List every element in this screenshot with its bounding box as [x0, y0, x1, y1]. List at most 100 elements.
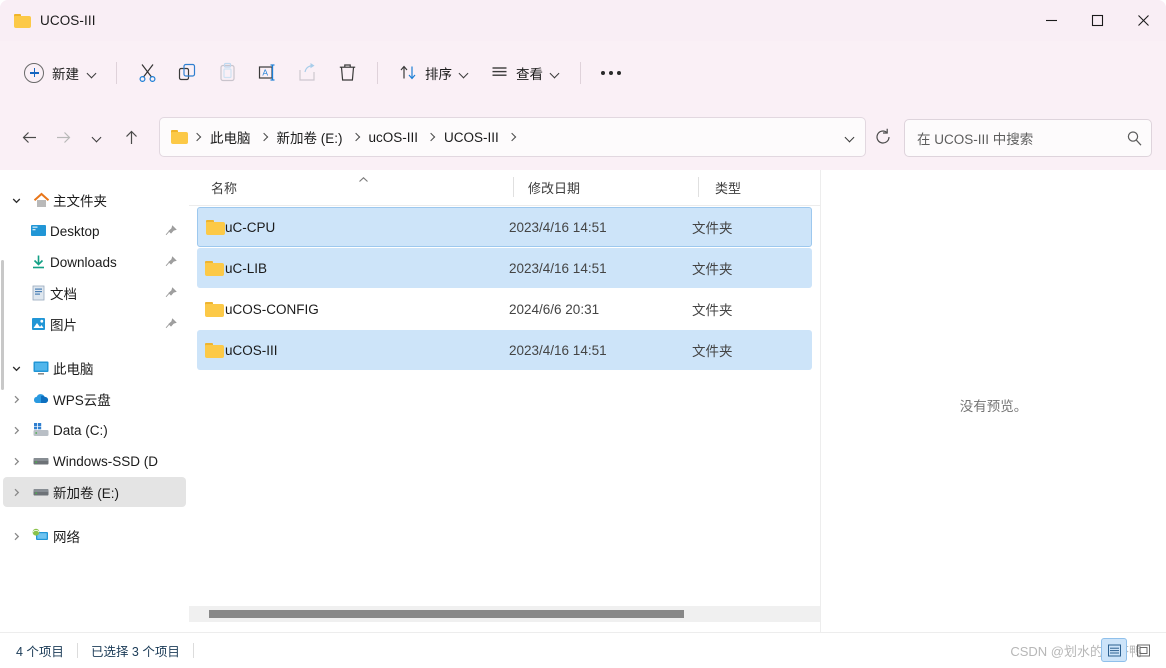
explorer-body: 主文件夹 Desktop Downloads 文档 图片 此电脑 WPS云盘 D…: [0, 170, 1166, 632]
chevron-down-icon: [93, 133, 102, 142]
details-view-button[interactable]: [1101, 638, 1127, 662]
sidebar-item-network[interactable]: 网络: [3, 521, 186, 551]
forward-button[interactable]: [46, 120, 80, 154]
sidebar-scrollbar[interactable]: [1, 260, 4, 390]
new-button[interactable]: 新建: [22, 56, 106, 90]
search-box[interactable]: 在 UCOS-III 中搜索: [904, 119, 1152, 157]
sidebar-item-wps-cloud[interactable]: WPS云盘: [3, 384, 186, 414]
breadcrumb-separator[interactable]: [424, 134, 438, 140]
sidebar-item-downloads[interactable]: Downloads: [3, 247, 186, 277]
column-header-date-modified[interactable]: 修改日期: [514, 169, 699, 205]
column-header-type[interactable]: 类型: [699, 169, 820, 205]
chevron-right-icon[interactable]: [3, 394, 29, 405]
breadcrumb-item-1[interactable]: 新加卷 (E:): [271, 123, 349, 151]
folder-icon: [171, 130, 188, 144]
list-icon: [492, 67, 507, 76]
column-header-name[interactable]: 名称: [189, 169, 514, 205]
file-date-modified: 2023/4/16 14:51: [509, 342, 607, 358]
column-header-date-label: 修改日期: [528, 180, 581, 196]
sort-ascending-icon: [357, 172, 370, 187]
toolbar-divider-2: [377, 61, 378, 84]
scrollbar-thumb[interactable]: [209, 610, 684, 618]
chevron-down-icon[interactable]: [3, 195, 29, 206]
copy-button[interactable]: [167, 55, 207, 91]
close-button[interactable]: [1120, 0, 1166, 41]
chevron-right-icon[interactable]: [3, 487, 29, 498]
sidebar-item-pictures[interactable]: 图片: [3, 309, 186, 339]
cut-button[interactable]: [127, 55, 167, 91]
up-button[interactable]: [114, 120, 148, 154]
see-more-button[interactable]: [591, 55, 631, 91]
file-type: 文件夹: [692, 262, 733, 277]
breadcrumb-separator[interactable]: [257, 134, 271, 140]
table-row[interactable]: uCOS-III 2023/4/16 14:51 文件夹: [197, 330, 812, 370]
home-icon: [29, 192, 53, 209]
delete-button[interactable]: [327, 55, 367, 91]
pin-icon[interactable]: [165, 286, 177, 304]
sidebar-item-new-volume-e[interactable]: 新加卷 (E:): [3, 477, 186, 507]
sidebar-item-label: 新加卷 (E:): [53, 486, 119, 501]
folder-icon: [14, 13, 31, 28]
file-name: uC-CPU: [225, 219, 276, 235]
sidebar-item-label: 文档: [50, 287, 77, 302]
pin-icon[interactable]: [165, 317, 177, 335]
file-type: 文件夹: [692, 303, 733, 318]
address-bar[interactable]: 此电脑 新加卷 (E:) ucOS-III UCOS-III: [159, 117, 866, 157]
sidebar-item-label: WPS云盘: [53, 393, 111, 408]
share-button[interactable]: [287, 55, 327, 91]
desktop-icon: [26, 223, 50, 239]
large-icons-view-button[interactable]: [1130, 638, 1156, 662]
address-history-button[interactable]: [835, 133, 865, 142]
file-date-modified: 2023/4/16 14:51: [509, 260, 607, 276]
sidebar-item-data-c[interactable]: Data (C:): [3, 415, 186, 445]
title-bar: UCOS-III: [0, 0, 1166, 41]
breadcrumb-separator[interactable]: [505, 134, 519, 140]
sidebar-item-this-pc[interactable]: 此电脑: [3, 353, 186, 383]
preview-pane: 没有预览。: [820, 170, 1166, 632]
paste-button[interactable]: [207, 55, 247, 91]
pin-icon[interactable]: [165, 224, 177, 242]
pin-icon[interactable]: [165, 255, 177, 273]
minimize-button[interactable]: [1028, 0, 1074, 41]
status-divider: [76, 643, 78, 658]
breadcrumb-separator[interactable]: [349, 134, 363, 140]
large-icons-view-icon: [1136, 644, 1150, 656]
horizontal-scrollbar[interactable]: [189, 606, 820, 622]
folder-icon: [205, 301, 225, 317]
chevron-right-icon[interactable]: [3, 456, 29, 467]
view-button[interactable]: 查看: [479, 55, 570, 91]
sidebar-item-windows-ssd-d[interactable]: Windows-SSD (D: [3, 446, 186, 476]
back-button[interactable]: [12, 120, 46, 154]
breadcrumb-item-2[interactable]: ucOS-III: [363, 126, 425, 149]
sidebar-item-label: 主文件夹: [53, 194, 107, 209]
search-input[interactable]: 在 UCOS-III 中搜索: [905, 128, 1117, 148]
drive-icon: [29, 484, 53, 500]
documents-icon: [26, 285, 50, 301]
details-view-icon: [1107, 644, 1121, 656]
chevron-down-icon: [459, 68, 468, 77]
table-row[interactable]: uCOS-CONFIG 2024/6/6 20:31 文件夹: [197, 289, 812, 329]
sort-button[interactable]: 排序: [388, 55, 479, 91]
view-button-label: 查看: [516, 66, 543, 82]
breadcrumb-item-0[interactable]: 此电脑: [204, 123, 257, 151]
chevron-right-icon[interactable]: [3, 425, 29, 436]
sidebar-item-home[interactable]: 主文件夹: [3, 185, 186, 215]
rename-button[interactable]: A: [247, 55, 287, 91]
sidebar-item-documents[interactable]: 文档: [3, 278, 186, 308]
recent-locations-button[interactable]: [80, 120, 114, 154]
maximize-button[interactable]: [1074, 0, 1120, 41]
status-divider-2: [192, 643, 194, 658]
refresh-button[interactable]: [866, 128, 900, 146]
chevron-down-icon[interactable]: [3, 363, 29, 374]
breadcrumb-item-3[interactable]: UCOS-III: [438, 126, 505, 149]
file-type: 文件夹: [692, 221, 733, 236]
sidebar-item-desktop[interactable]: Desktop: [3, 216, 186, 246]
table-row[interactable]: uC-LIB 2023/4/16 14:51 文件夹: [197, 248, 812, 288]
chevron-right-icon[interactable]: [3, 531, 29, 542]
svg-text:A: A: [262, 68, 268, 78]
sidebar-item-label: 图片: [50, 318, 77, 333]
pictures-icon: [26, 316, 50, 332]
table-row[interactable]: uC-CPU 2023/4/16 14:51 文件夹: [197, 207, 812, 247]
file-name: uCOS-III: [225, 342, 278, 358]
